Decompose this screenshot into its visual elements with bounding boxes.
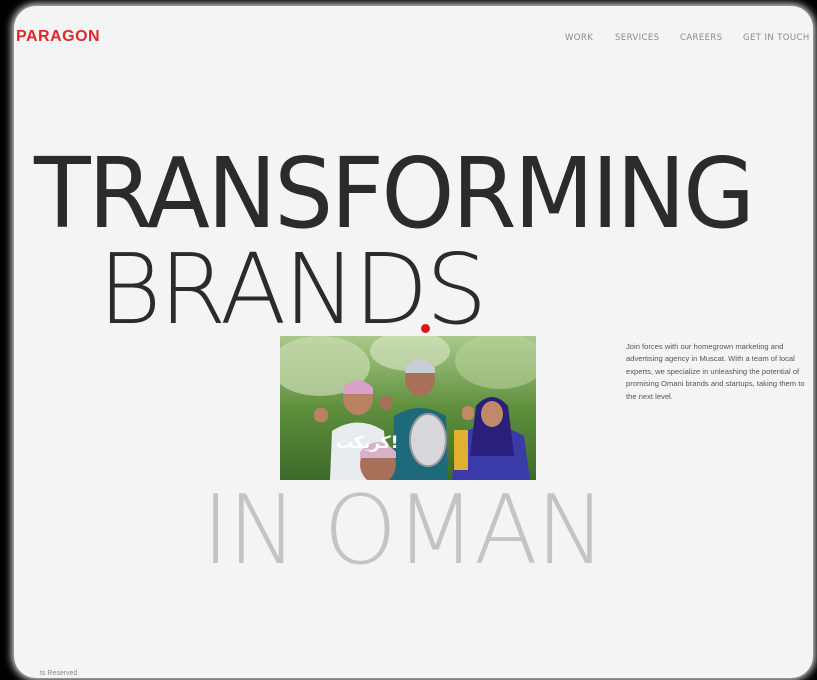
browser-page: PARAGON WORK SERVICES CAREERS GET IN TOU… bbox=[14, 6, 813, 678]
video-overlay-text: كريكت! bbox=[336, 433, 399, 453]
main-nav: WORK SERVICES CAREERS GET IN TOUCH bbox=[565, 33, 813, 43]
footer-copyright: ts Reserved bbox=[40, 670, 78, 677]
children-photo-illustration: كريكت! bbox=[280, 336, 536, 480]
hero-heading-line-3: IN OMAN bbox=[202, 474, 606, 586]
nav-item-get-in-touch[interactable]: GET IN TOUCH bbox=[743, 33, 813, 43]
hero-video-thumbnail[interactable]: كريكت! bbox=[280, 336, 536, 480]
nav-item-careers[interactable]: CAREERS bbox=[680, 33, 743, 43]
brand-logo[interactable]: PARAGON bbox=[16, 28, 100, 46]
nav-item-work[interactable]: WORK bbox=[565, 33, 615, 43]
nav-item-services[interactable]: SERVICES bbox=[615, 33, 680, 43]
hero-heading-line-1: TRANSFORMING bbox=[34, 137, 755, 251]
cursor-dot bbox=[421, 324, 430, 333]
intro-paragraph: Join forces with our homegrown marketing… bbox=[626, 342, 805, 401]
